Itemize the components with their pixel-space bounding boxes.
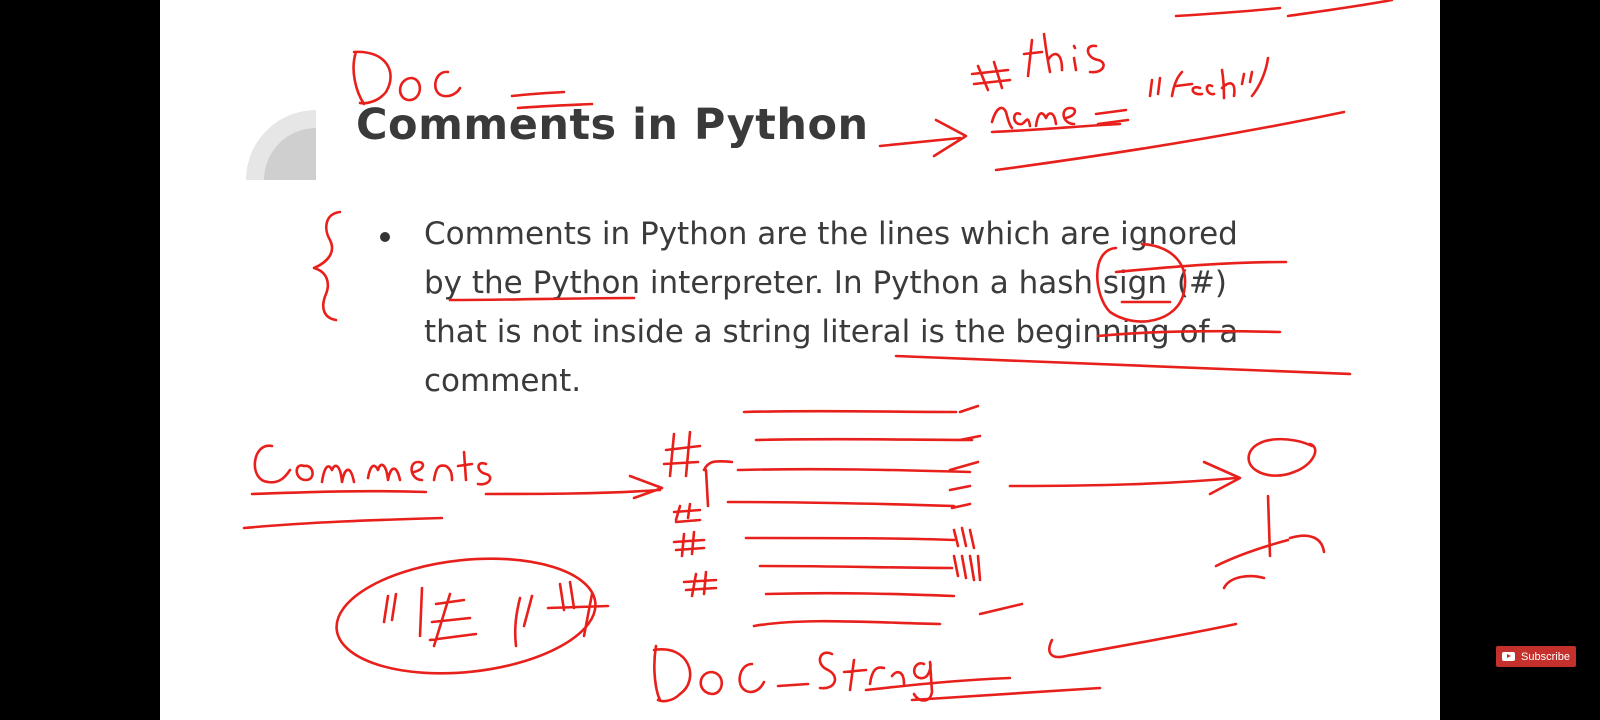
quarter-circle-decoration	[246, 110, 316, 180]
bullet-item: Comments in Python are the lines which a…	[380, 210, 1270, 406]
youtube-play-icon	[1502, 652, 1516, 661]
slide-title: Comments in Python	[356, 100, 869, 150]
video-frame: Comments in Python Comments in Python ar…	[0, 0, 1600, 720]
subscribe-label: Subscribe	[1521, 650, 1570, 663]
bullet-dot	[380, 232, 390, 242]
ink-doc-top	[352, 50, 462, 106]
presentation-slide: Comments in Python Comments in Python ar…	[160, 0, 1440, 720]
bullet-text: Comments in Python are the lines which a…	[424, 216, 1239, 399]
subscribe-button[interactable]: Subscribe	[1496, 646, 1576, 667]
